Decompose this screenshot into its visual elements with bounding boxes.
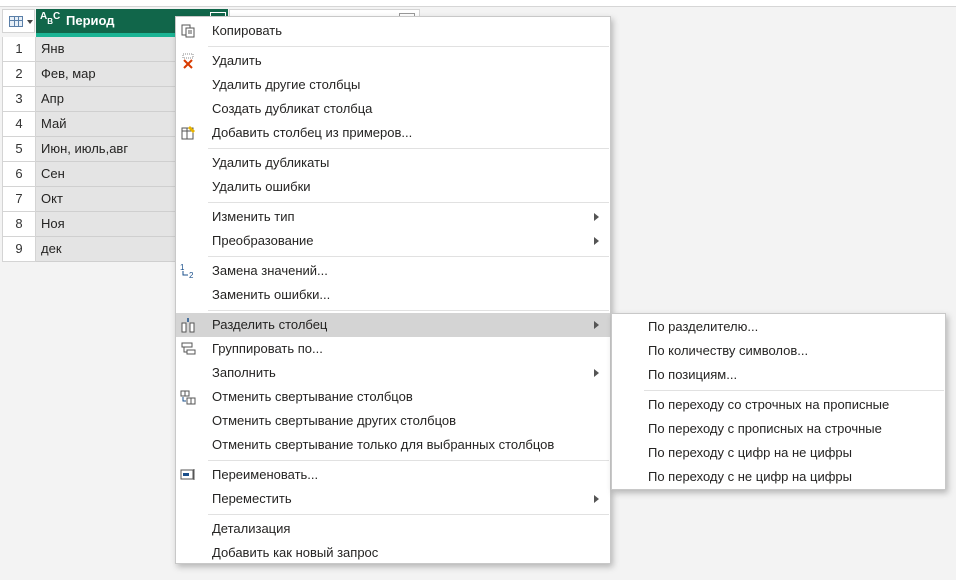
menu-item-label: Замена значений... — [212, 263, 328, 278]
row-number[interactable]: 8 — [2, 212, 36, 237]
submenu-item-by-number-of-characters[interactable]: По количеству символов... — [612, 339, 945, 363]
submenu-item-nondigit-to-digit[interactable]: По переходу с не цифр на цифры — [612, 465, 945, 489]
menu-item-label: Переместить — [212, 491, 292, 506]
menu-item-unpivot-columns[interactable]: Отменить свертывание столбцов — [176, 385, 610, 409]
copy-icon — [181, 24, 195, 38]
menu-item-label: Добавить столбец из примеров... — [212, 125, 413, 140]
menu-item-label: Удалить дубликаты — [212, 155, 330, 170]
svg-text:2: 2 — [189, 271, 194, 279]
menu-separator — [208, 46, 609, 47]
chevron-right-icon — [594, 213, 599, 221]
menu-separator — [208, 148, 609, 149]
menu-item-label: Изменить тип — [212, 209, 295, 224]
menu-item-move[interactable]: Переместить — [176, 487, 610, 511]
menu-item-add-as-new-query[interactable]: Добавить как новый запрос — [176, 541, 610, 565]
group-by-icon — [181, 342, 196, 355]
svg-text:1: 1 — [180, 263, 185, 272]
menu-item-duplicate-column[interactable]: Создать дубликат столбца — [176, 97, 610, 121]
menu-item-label: Удалить — [212, 53, 262, 68]
submenu-item-label: По позициям... — [648, 367, 738, 382]
submenu-item-digit-to-nondigit[interactable]: По переходу с цифр на не цифры — [612, 441, 945, 465]
unpivot-icon — [180, 390, 196, 405]
submenu-item-by-delimiter[interactable]: По разделителю... — [612, 315, 945, 339]
submenu-item-label: По разделителю... — [648, 319, 759, 334]
row-number[interactable]: 1 — [2, 37, 36, 62]
chevron-right-icon — [594, 237, 599, 245]
split-column-icon — [181, 318, 195, 333]
menu-separator — [208, 202, 609, 203]
menu-item-fill[interactable]: Заполнить — [176, 361, 610, 385]
menu-separator — [208, 460, 609, 461]
menu-item-label: Разделить столбец — [212, 317, 328, 332]
menu-item-split-column[interactable]: Разделить столбец — [176, 313, 610, 337]
row-number[interactable]: 7 — [2, 187, 36, 212]
submenu-item-by-positions[interactable]: По позициям... — [612, 363, 945, 387]
menu-item-remove-errors[interactable]: Удалить ошибки — [176, 175, 610, 199]
menu-item-copy[interactable]: Копировать — [176, 19, 610, 43]
row-number[interactable]: 4 — [2, 112, 36, 137]
menu-item-label: Детализация — [212, 521, 291, 536]
submenu-item-label: По переходу с не цифр на цифры — [648, 469, 853, 484]
menu-item-unpivot-selected-columns[interactable]: Отменить свертывание только для выбранны… — [176, 433, 610, 457]
menu-item-label: Отменить свертывание других столбцов — [212, 413, 457, 428]
row-number[interactable]: 2 — [2, 62, 36, 87]
column-header-label: Период — [66, 13, 115, 28]
menu-item-replace-values[interactable]: 12 Замена значений... — [176, 259, 610, 283]
menu-item-label: Отменить свертывание только для выбранны… — [212, 437, 555, 452]
submenu-item-upper-to-lower[interactable]: По переходу с прописных на строчные — [612, 417, 945, 441]
menu-item-delete[interactable]: Удалить — [176, 49, 610, 73]
menu-item-transform[interactable]: Преобразование — [176, 229, 610, 253]
table-menu-button[interactable] — [2, 9, 35, 33]
menu-item-label: Удалить ошибки — [212, 179, 311, 194]
menu-item-label: Создать дубликат столбца — [212, 101, 373, 116]
menu-item-label: Заменить ошибки... — [212, 287, 331, 302]
replace-values-icon: 12 — [180, 263, 194, 279]
submenu-item-label: По количеству символов... — [648, 343, 809, 358]
menu-item-unpivot-other-columns[interactable]: Отменить свертывание других столбцов — [176, 409, 610, 433]
menu-item-rename[interactable]: Переименовать... — [176, 463, 610, 487]
menu-item-label: Группировать по... — [212, 341, 323, 356]
menu-item-column-from-examples[interactable]: Добавить столбец из примеров... — [176, 121, 610, 145]
menu-item-remove-duplicates[interactable]: Удалить дубликаты — [176, 151, 610, 175]
chevron-right-icon — [594, 369, 599, 377]
submenu-item-label: По переходу со строчных на прописные — [648, 397, 890, 412]
menu-item-label: Преобразование — [212, 233, 314, 248]
menu-separator — [208, 310, 609, 311]
row-number[interactable]: 5 — [2, 137, 36, 162]
rename-icon — [180, 469, 195, 480]
chevron-right-icon — [594, 495, 599, 503]
menu-item-replace-errors[interactable]: Заменить ошибки... — [176, 283, 610, 307]
delete-icon — [182, 53, 194, 69]
menu-item-label: Переименовать... — [212, 467, 319, 482]
top-toolbar-edge — [0, 0, 956, 7]
submenu-item-lower-to-upper[interactable]: По переходу со строчных на прописные — [612, 393, 945, 417]
row-number[interactable]: 6 — [2, 162, 36, 187]
row-number[interactable]: 3 — [2, 87, 36, 112]
menu-separator — [644, 390, 944, 391]
menu-item-drill-down[interactable]: Детализация — [176, 517, 610, 541]
column-context-menu: Копировать Удалить Удалить другие столбц… — [175, 16, 611, 564]
chevron-down-icon — [27, 20, 33, 24]
menu-item-change-type[interactable]: Изменить тип — [176, 205, 610, 229]
row-number[interactable]: 9 — [2, 237, 36, 262]
menu-item-label: Добавить как новый запрос — [212, 545, 379, 560]
menu-item-label: Удалить другие столбцы — [212, 77, 361, 92]
menu-item-delete-other-columns[interactable]: Удалить другие столбцы — [176, 73, 610, 97]
text-type-icon[interactable]: ABC — [40, 12, 60, 27]
split-column-submenu: По разделителю... По количеству символов… — [611, 313, 946, 490]
chevron-right-icon — [594, 321, 599, 329]
menu-item-group-by[interactable]: Группировать по... — [176, 337, 610, 361]
menu-separator — [208, 256, 609, 257]
menu-item-label: Отменить свертывание столбцов — [212, 389, 413, 404]
menu-item-label: Заполнить — [212, 365, 276, 380]
menu-separator — [208, 514, 609, 515]
menu-item-label: Копировать — [212, 23, 282, 38]
table-icon — [9, 16, 23, 27]
submenu-item-label: По переходу с цифр на не цифры — [648, 445, 853, 460]
column-from-examples-icon — [181, 126, 195, 140]
submenu-item-label: По переходу с прописных на строчные — [648, 421, 882, 436]
